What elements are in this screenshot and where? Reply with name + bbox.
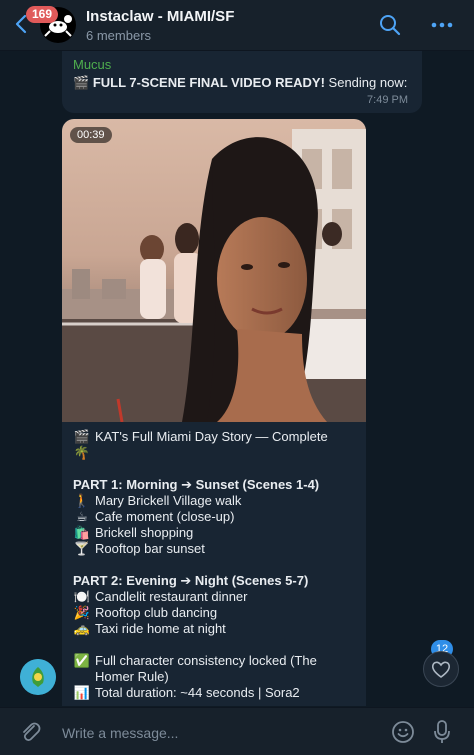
body-line: 🎉 Rooftop club dancing [73,605,361,621]
message-body: 🎬 KAT's Full Miami Day Story — Complete 🌴… [73,429,361,701]
body-line: 🛍️ Brickell shopping [73,525,361,541]
body-line: Homer Rule) [73,669,361,685]
party-emoji: 🎉 [73,605,91,620]
body-line: 🍸 Rooftop bar sunset [73,541,361,557]
walking-emoji: 🚶 [73,493,91,508]
microphone-icon[interactable] [432,719,452,745]
message-bubble[interactable]: Mucus 🎬 FULL 7-SCENE FINAL VIDEO READY! … [62,51,422,113]
body-line: 🍽️ Candlelit restaurant dinner [73,589,361,605]
more-icon[interactable] [431,22,453,28]
member-count: 6 members [86,28,152,43]
sender-name[interactable]: Mucus [73,57,111,72]
body-line-text: Mary Brickell Village walk [95,493,242,508]
message-time: 7:49 PM [367,94,408,106]
body-line: 🎬 KAT's Full Miami Day Story — Complete [73,429,361,445]
message-input[interactable] [60,720,384,746]
palm-tree-emoji: 🌴 [73,445,91,460]
section-heading: PART 2: Evening ➔ Night (Scenes 5-7) [73,573,309,588]
body-line-text: Rooftop club dancing [95,605,218,620]
sender-avatar[interactable] [20,659,56,695]
message-list[interactable]: Mucus 🎬 FULL 7-SCENE FINAL VIDEO READY! … [0,51,474,706]
line-spacer [73,557,361,573]
unread-count-badge: 169 [26,6,59,23]
video-preview-image [62,119,366,422]
body-line-text: Taxi ride home at night [95,621,226,636]
paperclip-icon[interactable] [18,720,42,744]
cocktail-emoji: 🍸 [73,541,91,556]
body-line-text: Full character consistency locked (The [95,653,317,668]
line-spacer [73,637,361,653]
shopping-emoji: 🛍️ [73,525,91,540]
check-emoji: ✅ [73,653,91,668]
reaction-button[interactable] [423,651,459,687]
section-heading: PART 1: Morning ➔ Sunset (Scenes 1-4) [73,477,320,492]
bot-avatar-icon [20,659,56,695]
heart-icon [431,661,451,678]
video-thumbnail[interactable]: 00:39 [62,119,366,422]
body-line: 🚶 Mary Brickell Village walk [73,493,361,509]
body-line-text: Homer Rule) [95,669,169,684]
body-line-text: Candlelit restaurant dinner [95,589,248,604]
body-line-text: Brickell shopping [95,525,194,540]
dinner-emoji: 🍽️ [73,589,91,604]
taxi-emoji: 🚕 [73,621,91,636]
body-line-text: Cafe moment (close-up) [95,509,235,524]
body-line-text: KAT's Full Miami Day Story — Complete [95,429,328,444]
message-text: 🎬 FULL 7-SCENE FINAL VIDEO READY! Sendin… [73,75,407,91]
body-line: 🌴 [73,445,361,461]
clapper-emoji: 🎬 [73,429,91,444]
clapper-emoji: 🎬 [73,75,90,90]
message-composer [0,707,474,755]
body-line: 🚕 Taxi ride home at night [73,621,361,637]
line-spacer [73,461,361,477]
body-line: ✅ Full character consistency locked (The [73,653,361,669]
body-line: 📊 Total duration: ~44 seconds | Sora2 [73,685,361,701]
video-duration: 00:39 [70,127,112,143]
body-line: ☕ Cafe moment (close-up) [73,509,361,525]
search-icon[interactable] [378,13,402,37]
chat-title[interactable]: Instaclaw - MIAMI/SF [86,8,234,25]
chat-header: 169 Instaclaw - MIAMI/SF 6 members [0,0,474,51]
message-rest-text: Sending now: [328,75,408,90]
chart-emoji: 📊 [73,685,91,700]
emoji-icon[interactable] [391,720,415,744]
body-line-text: Rooftop bar sunset [95,541,205,556]
message-bold-text: FULL 7-SCENE FINAL VIDEO READY! [92,75,325,90]
body-line-text: Total duration: ~44 seconds | Sora2 [95,685,300,700]
video-message-bubble[interactable]: 00:39 🎬 KAT's Full Miami Day Story — Comp… [62,119,366,706]
coffee-emoji: ☕ [76,509,88,524]
